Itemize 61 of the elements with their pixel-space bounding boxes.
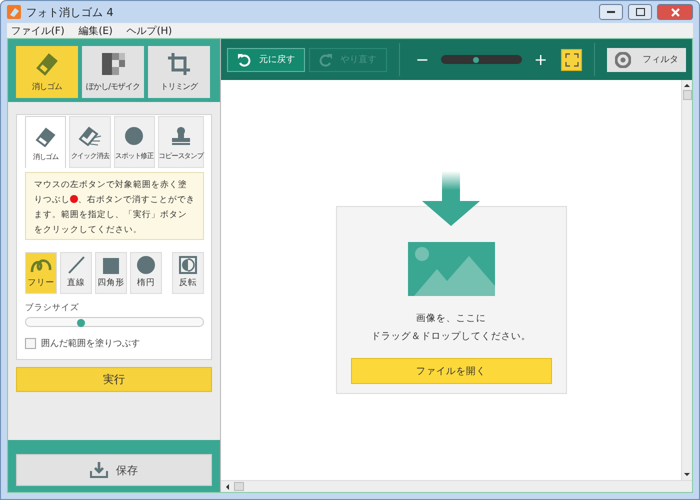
zoom-out-button[interactable]: − <box>412 52 433 68</box>
line-icon <box>67 256 85 274</box>
menu-item[interactable]: 編集(E) <box>78 24 113 38</box>
save-button[interactable]: 保存 <box>16 454 212 486</box>
redo-icon <box>318 52 333 66</box>
zoom-in-button[interactable]: + <box>530 52 552 68</box>
eraser-icon <box>34 51 60 77</box>
fit-button[interactable] <box>561 48 582 70</box>
checkbox[interactable] <box>25 338 36 349</box>
circle-icon <box>124 126 144 146</box>
app-icon <box>7 5 21 19</box>
shape-button[interactable]: 四角形 <box>95 252 127 294</box>
quick-eraser-icon <box>78 126 102 146</box>
instruction-text: マウスの左ボタンで対象範囲を赤く塗りつぶし 、右ボタンで消すことができます。範囲を指定し、「実行」ボタンをクリックしてください。 <box>34 178 195 237</box>
stamp-icon <box>170 126 192 146</box>
shape-button[interactable]: 楕円 <box>130 252 162 294</box>
mode-tab[interactable]: ぼかし/モザイク <box>82 46 144 98</box>
execute-button[interactable]: 実行 <box>16 367 212 392</box>
scroll-thumb[interactable] <box>682 90 692 100</box>
shape-button[interactable]: フリー <box>25 252 57 294</box>
scroll-left-icon[interactable] <box>224 484 230 490</box>
menu-item[interactable]: ファイル(F) <box>11 24 65 38</box>
down-arrow-icon <box>422 171 480 226</box>
mode-tab[interactable]: 消しゴム <box>16 46 78 98</box>
minimize-icon <box>607 10 615 14</box>
square-icon <box>103 258 119 274</box>
undo-icon <box>236 52 251 66</box>
close-icon <box>670 8 680 16</box>
slider-thumb[interactable] <box>472 56 479 62</box>
eraser-icon <box>34 127 57 147</box>
maximize-icon <box>636 8 644 16</box>
checkbox-label: 囲んだ範囲を塗りつぶす <box>41 338 140 350</box>
invert-icon <box>179 256 197 274</box>
shape-button[interactable]: 反転 <box>172 252 204 294</box>
circle-icon <box>137 256 155 274</box>
drop-hint: ドラッグ＆ドロップしてください。 <box>371 330 531 344</box>
vertical-scrollbar[interactable] <box>681 80 692 480</box>
mode-tab[interactable]: トリミング <box>148 46 210 98</box>
mosaic-icon <box>100 51 126 77</box>
window-title: フォト消しゴム 4 <box>26 4 114 20</box>
expand-icon <box>564 52 579 66</box>
crop-icon <box>166 51 192 77</box>
close-button[interactable] <box>657 4 693 20</box>
aperture-icon <box>614 52 631 68</box>
maximize-button[interactable] <box>628 4 652 20</box>
image-icon <box>408 242 494 296</box>
slider-thumb[interactable] <box>76 319 85 327</box>
minimize-button[interactable] <box>599 4 623 20</box>
horizontal-scrollbar[interactable] <box>221 480 692 492</box>
filter-button[interactable]: フィルタ <box>607 48 686 72</box>
loop-icon <box>30 258 52 274</box>
download-icon <box>90 462 108 478</box>
open-file-button[interactable]: ファイルを開く <box>350 358 552 384</box>
undo-button[interactable]: 元に戻す <box>227 48 305 72</box>
scroll-thumb[interactable] <box>234 482 244 491</box>
brush-size-label: ブラシサイズ <box>25 302 79 314</box>
menu-item[interactable]: ヘルプ(H) <box>126 24 172 38</box>
drop-hint: 画像を、ここに <box>416 312 486 326</box>
zoom-slider[interactable] <box>440 55 522 64</box>
shape-button[interactable]: 直線 <box>60 252 92 294</box>
brush-size-slider[interactable] <box>25 317 204 327</box>
